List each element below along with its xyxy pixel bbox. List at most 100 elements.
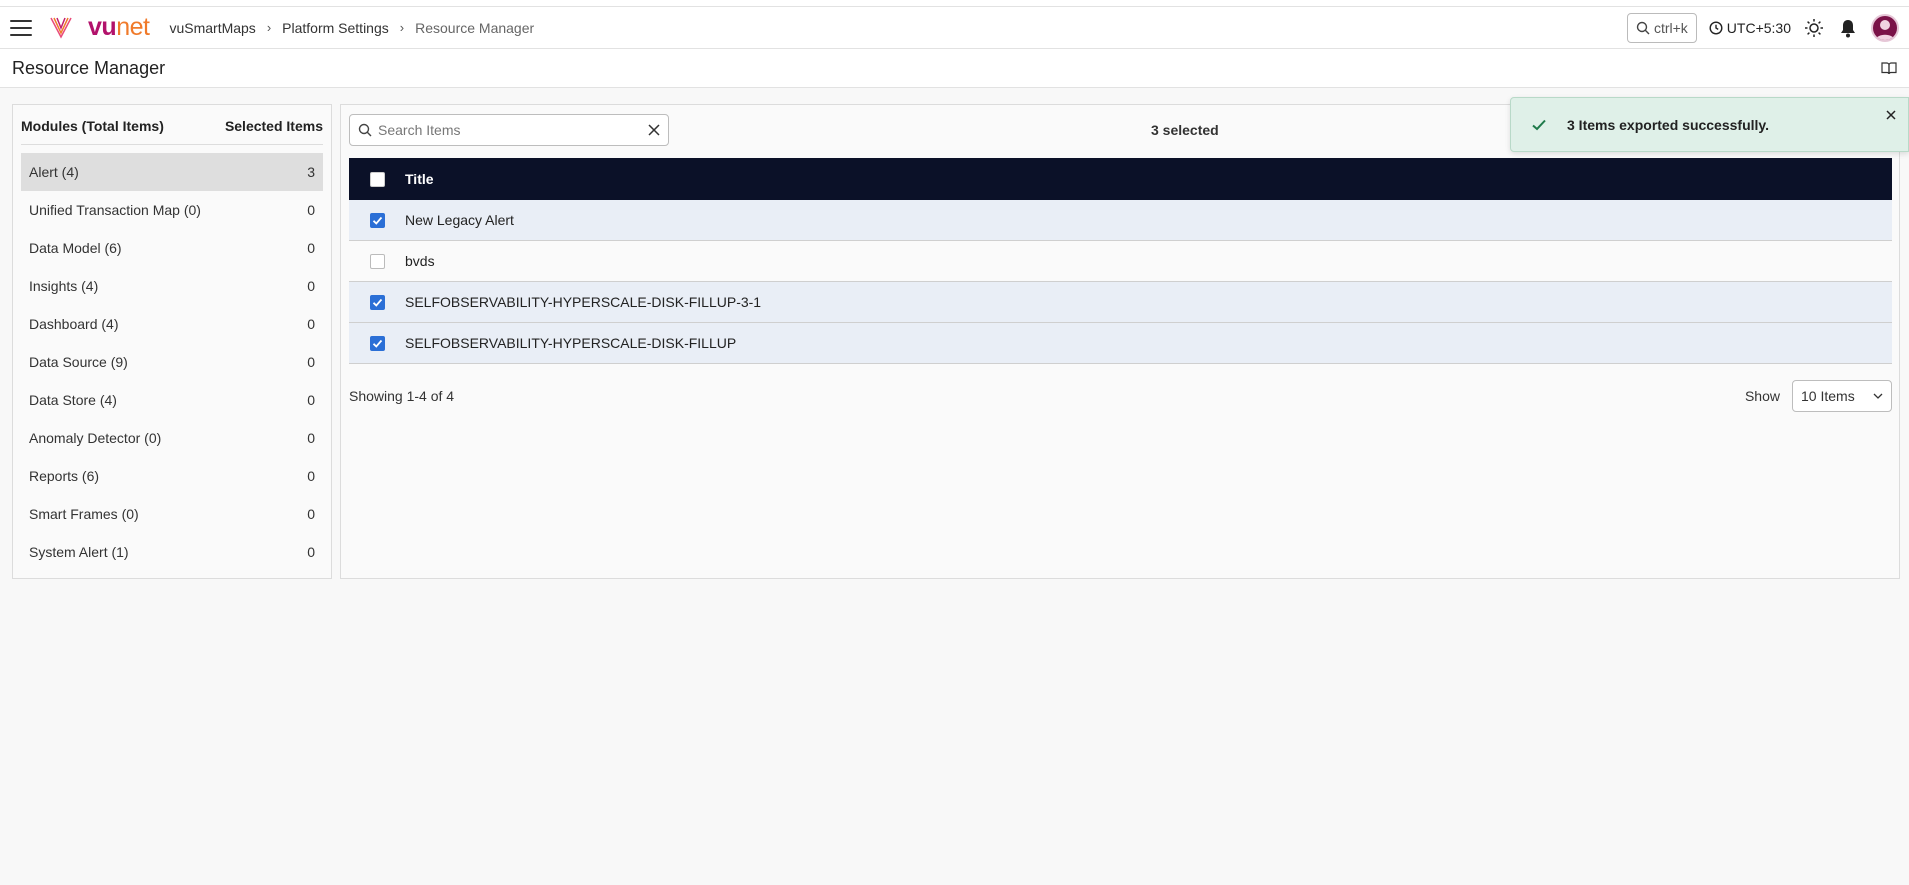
module-label: Reports (6) xyxy=(29,468,100,484)
module-item-insights[interactable]: Insights (4) 0 xyxy=(21,267,323,305)
page-size-value: 10 Items xyxy=(1801,388,1855,404)
vunet-logo-mark-icon xyxy=(50,17,72,39)
pagination-bar: Showing 1-4 of 4 Show 10 Items xyxy=(349,379,1892,413)
module-label: Data Source (9) xyxy=(29,354,128,370)
module-label: Smart Frames (0) xyxy=(29,506,139,522)
module-item-data-store[interactable]: Data Store (4) 0 xyxy=(21,381,323,419)
breadcrumb: vuSmartMaps › Platform Settings › Resour… xyxy=(169,20,534,36)
row-check-cell xyxy=(349,253,405,269)
checkmark-icon xyxy=(372,216,382,225)
modules-header-label: Modules (Total Items) xyxy=(21,117,164,134)
module-label: System Alert (1) xyxy=(29,544,129,560)
search-icon xyxy=(1636,21,1650,34)
module-item-dashboard[interactable]: Dashboard (4) 0 xyxy=(21,305,323,343)
chevron-down-icon xyxy=(1873,393,1883,399)
global-search-button[interactable]: ctrl+k xyxy=(1626,12,1697,43)
logo-vu: vu xyxy=(88,13,117,41)
module-item-smart-frames[interactable]: Smart Frames (0) 0 xyxy=(21,495,323,533)
module-selected-count: 0 xyxy=(307,240,315,256)
page-title: Resource Manager xyxy=(12,57,166,78)
chevron-right-icon: › xyxy=(266,20,272,35)
breadcrumb-vusmartmaps[interactable]: vuSmartMaps xyxy=(169,20,255,36)
module-item-unified-transaction-map[interactable]: Unified Transaction Map (0) 0 xyxy=(21,191,323,229)
module-item-anomaly-detector[interactable]: Anomaly Detector (0) 0 xyxy=(21,419,323,457)
search-shortcut-label: ctrl+k xyxy=(1653,19,1688,36)
menu-icon[interactable] xyxy=(10,19,32,36)
search-icon xyxy=(358,123,372,137)
close-icon xyxy=(1886,110,1896,120)
book-icon xyxy=(1881,62,1897,75)
page-size-select[interactable]: 10 Items xyxy=(1792,380,1892,412)
close-icon xyxy=(648,124,660,136)
module-label: Unified Transaction Map (0) xyxy=(29,202,201,218)
breadcrumb-platform-settings[interactable]: Platform Settings xyxy=(282,20,389,36)
table-row[interactable]: SELFOBSERVABILITY-HYPERSCALE-DISK-FILLUP xyxy=(349,323,1892,364)
sun-icon xyxy=(1805,18,1823,37)
bell-icon xyxy=(1841,19,1855,37)
module-selected-count: 0 xyxy=(307,278,315,294)
header-actions: ctrl+k UTC+5:30 xyxy=(1626,12,1899,43)
checkmark-icon xyxy=(372,298,382,307)
row-title: SELFOBSERVABILITY-HYPERSCALE-DISK-FILLUP… xyxy=(405,294,762,310)
documentation-button[interactable] xyxy=(1881,61,1897,75)
top-strip xyxy=(0,0,1909,7)
select-all-cell xyxy=(349,171,405,187)
showing-range: Showing 1-4 of 4 xyxy=(349,388,455,404)
table-row[interactable]: SELFOBSERVABILITY-HYPERSCALE-DISK-FILLUP… xyxy=(349,282,1892,323)
table-row[interactable]: bvds xyxy=(349,241,1892,282)
clock-icon xyxy=(1709,20,1723,35)
select-all-checkbox[interactable] xyxy=(369,171,385,187)
module-item-alert[interactable]: Alert (4) 3 xyxy=(21,153,323,191)
breadcrumb-resource-manager: Resource Manager xyxy=(415,19,535,36)
user-avatar-icon xyxy=(1876,19,1894,40)
row-checkbox[interactable] xyxy=(369,212,385,228)
module-item-system-alert[interactable]: System Alert (1) 0 xyxy=(21,533,323,571)
module-selected-count: 0 xyxy=(307,202,315,218)
user-avatar[interactable] xyxy=(1871,13,1899,42)
module-selected-count: 0 xyxy=(307,544,315,560)
module-item-data-model[interactable]: Data Model (6) 0 xyxy=(21,229,323,267)
checkmark-icon xyxy=(1532,119,1546,130)
module-list: Alert (4) 3 Unified Transaction Map (0) 0 … xyxy=(13,145,331,571)
module-selected-count: 0 xyxy=(307,506,315,522)
row-check-cell xyxy=(349,294,405,310)
timezone-label: UTC+5:30 xyxy=(1726,19,1791,36)
page-size-wrap: Show 10 Items xyxy=(1745,380,1892,412)
checkmark-icon xyxy=(372,339,382,348)
module-label: Alert (4) xyxy=(29,164,79,180)
module-label: Insights (4) xyxy=(29,278,99,294)
row-check-cell xyxy=(349,335,405,351)
search-items-input[interactable] xyxy=(378,122,642,138)
module-label: Data Store (4) xyxy=(29,392,117,408)
app-header: vunet vuSmartMaps › Platform Settings › … xyxy=(0,7,1909,49)
row-checkbox[interactable] xyxy=(369,253,385,269)
notifications-button[interactable] xyxy=(1837,17,1859,39)
items-table: Title New Legacy Alert bvds SELFOBSERVAB… xyxy=(349,158,1892,364)
items-panel: 3 selected Title New Legacy Alert bvds xyxy=(340,104,1900,579)
clear-search-button[interactable] xyxy=(648,124,660,136)
table-row[interactable]: New Legacy Alert xyxy=(349,200,1892,241)
column-title[interactable]: Title xyxy=(405,171,434,187)
module-selected-count: 0 xyxy=(307,354,315,370)
module-label: Anomaly Detector (0) xyxy=(29,430,162,446)
show-label: Show xyxy=(1744,388,1780,404)
row-title: SELFOBSERVABILITY-HYPERSCALE-DISK-FILLUP xyxy=(405,335,737,351)
logo-net: net xyxy=(116,13,150,41)
selected-count: 3 selected xyxy=(1151,122,1219,138)
module-item-data-source[interactable]: Data Source (9) 0 xyxy=(21,343,323,381)
module-item-reports[interactable]: Reports (6) 0 xyxy=(21,457,323,495)
toast-message: 3 Items exported successfully. xyxy=(1567,116,1770,133)
toast-close-button[interactable] xyxy=(1886,110,1896,120)
row-check-cell xyxy=(349,212,405,228)
module-selected-count: 0 xyxy=(307,468,315,484)
chevron-right-icon: › xyxy=(399,20,405,35)
module-selected-count: 3 xyxy=(307,164,315,180)
module-selected-count: 0 xyxy=(307,392,315,408)
row-checkbox[interactable] xyxy=(369,335,385,351)
row-checkbox[interactable] xyxy=(369,294,385,310)
vunet-logo[interactable]: vunet xyxy=(88,13,150,41)
timezone-display[interactable]: UTC+5:30 xyxy=(1709,20,1791,36)
row-title: New Legacy Alert xyxy=(405,212,514,228)
table-header: Title xyxy=(349,158,1892,200)
theme-toggle-button[interactable] xyxy=(1803,17,1825,39)
